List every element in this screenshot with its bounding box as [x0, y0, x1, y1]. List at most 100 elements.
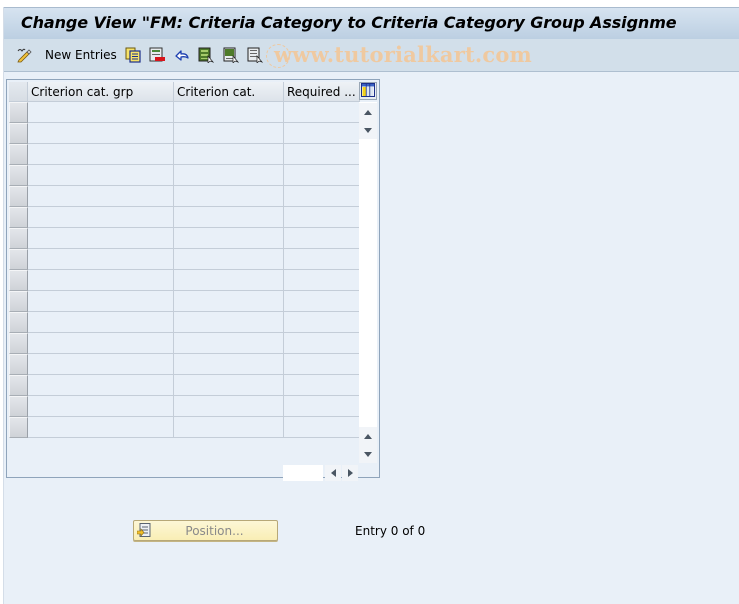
row-selector[interactable]: [9, 354, 28, 375]
column-header-criterion-cat-grp[interactable]: Criterion cat. grp: [28, 82, 174, 102]
table-cell[interactable]: [174, 123, 284, 144]
new-entries-button[interactable]: New Entries: [45, 47, 117, 63]
scroll-page-up-button[interactable]: [359, 103, 377, 121]
table-cell[interactable]: [28, 102, 174, 123]
table-cell[interactable]: [174, 207, 284, 228]
table-cell[interactable]: [28, 291, 174, 312]
row-selector[interactable]: [9, 144, 28, 165]
row-selector[interactable]: [9, 417, 28, 438]
table-cell[interactable]: [174, 417, 284, 438]
select-block-button[interactable]: [223, 47, 240, 64]
table-cell[interactable]: [174, 333, 284, 354]
table-cell[interactable]: [284, 102, 360, 123]
table-row: [9, 270, 360, 291]
scroll-left-button[interactable]: [325, 465, 341, 481]
table-cell[interactable]: [174, 144, 284, 165]
table-row: [9, 102, 360, 123]
table-control: Criterion cat. grp Criterion cat. Requir…: [6, 79, 380, 481]
row-selector[interactable]: [9, 186, 28, 207]
row-selector[interactable]: [9, 270, 28, 291]
title-bar: Change View "FM: Criteria Category to Cr…: [4, 7, 739, 40]
table-cell[interactable]: [28, 228, 174, 249]
row-selector[interactable]: [9, 291, 28, 312]
table-cell[interactable]: [284, 123, 360, 144]
table-cell[interactable]: [28, 165, 174, 186]
table-cell[interactable]: [28, 249, 174, 270]
application-toolbar: New Entries www.tutorialkart.com: [4, 39, 739, 72]
table-cell[interactable]: [174, 249, 284, 270]
row-selector[interactable]: [9, 102, 28, 123]
entry-counter: Entry 0 of 0: [355, 524, 426, 538]
table-cell[interactable]: [284, 333, 360, 354]
table-cell[interactable]: [174, 354, 284, 375]
new-entries-label: New Entries: [45, 48, 117, 62]
table-cell[interactable]: [174, 165, 284, 186]
table-cell[interactable]: [284, 144, 360, 165]
table-cell[interactable]: [174, 396, 284, 417]
table-settings-button[interactable]: [359, 82, 377, 100]
select-block-icon: [223, 47, 240, 64]
table-cell[interactable]: [28, 144, 174, 165]
table-cell[interactable]: [174, 312, 284, 333]
display-change-icon: [16, 47, 32, 63]
table-cell[interactable]: [284, 165, 360, 186]
table-row: [9, 144, 360, 165]
table-cell[interactable]: [284, 228, 360, 249]
table-cell[interactable]: [28, 417, 174, 438]
select-all-icon: [198, 47, 215, 64]
table-cell[interactable]: [28, 396, 174, 417]
vertical-scrollbar[interactable]: [359, 102, 377, 463]
table-cell[interactable]: [28, 312, 174, 333]
display-change-button[interactable]: [16, 47, 32, 63]
arrow-up-icon: [364, 109, 372, 115]
table-cell[interactable]: [284, 186, 360, 207]
table-cell[interactable]: [174, 375, 284, 396]
row-selector[interactable]: [9, 396, 28, 417]
table-cell[interactable]: [174, 228, 284, 249]
row-selector[interactable]: [9, 165, 28, 186]
table-cell[interactable]: [284, 396, 360, 417]
table-cell[interactable]: [284, 270, 360, 291]
arrow-down-icon: [364, 451, 372, 457]
copy-as-button[interactable]: [125, 47, 141, 63]
table-cell[interactable]: [174, 270, 284, 291]
row-selector[interactable]: [9, 228, 28, 249]
table-cell[interactable]: [284, 375, 360, 396]
table-cell[interactable]: [28, 186, 174, 207]
column-header-required[interactable]: Required ...: [284, 82, 360, 102]
table-cell[interactable]: [284, 207, 360, 228]
deselect-all-icon: [247, 47, 264, 64]
scroll-down-button[interactable]: [359, 445, 377, 463]
row-selector[interactable]: [9, 207, 28, 228]
table-cell[interactable]: [28, 207, 174, 228]
row-selector[interactable]: [9, 312, 28, 333]
scroll-right-button[interactable]: [342, 465, 358, 481]
undo-change-button[interactable]: [174, 47, 190, 63]
select-all-button[interactable]: [198, 47, 215, 64]
table-cell[interactable]: [284, 291, 360, 312]
row-selector[interactable]: [9, 123, 28, 144]
select-all-rows-header[interactable]: [9, 82, 28, 102]
delete-button[interactable]: [149, 47, 165, 63]
scroll-page-down-button[interactable]: [359, 121, 377, 139]
position-button[interactable]: Position...: [133, 520, 278, 541]
scroll-up-button[interactable]: [359, 427, 377, 445]
table-cell[interactable]: [28, 354, 174, 375]
table-cell[interactable]: [174, 291, 284, 312]
horizontal-scroll-track[interactable]: [283, 465, 323, 481]
column-header-criterion-cat[interactable]: Criterion cat.: [174, 82, 284, 102]
table-cell[interactable]: [28, 123, 174, 144]
row-selector[interactable]: [9, 333, 28, 354]
table-cell[interactable]: [284, 354, 360, 375]
table-cell[interactable]: [28, 333, 174, 354]
table-cell[interactable]: [174, 102, 284, 123]
table-cell[interactable]: [28, 270, 174, 291]
table-cell[interactable]: [284, 417, 360, 438]
row-selector[interactable]: [9, 249, 28, 270]
row-selector[interactable]: [9, 375, 28, 396]
deselect-all-button[interactable]: [247, 47, 264, 64]
table-cell[interactable]: [284, 312, 360, 333]
table-cell[interactable]: [284, 249, 360, 270]
table-cell[interactable]: [174, 186, 284, 207]
table-cell[interactable]: [28, 375, 174, 396]
